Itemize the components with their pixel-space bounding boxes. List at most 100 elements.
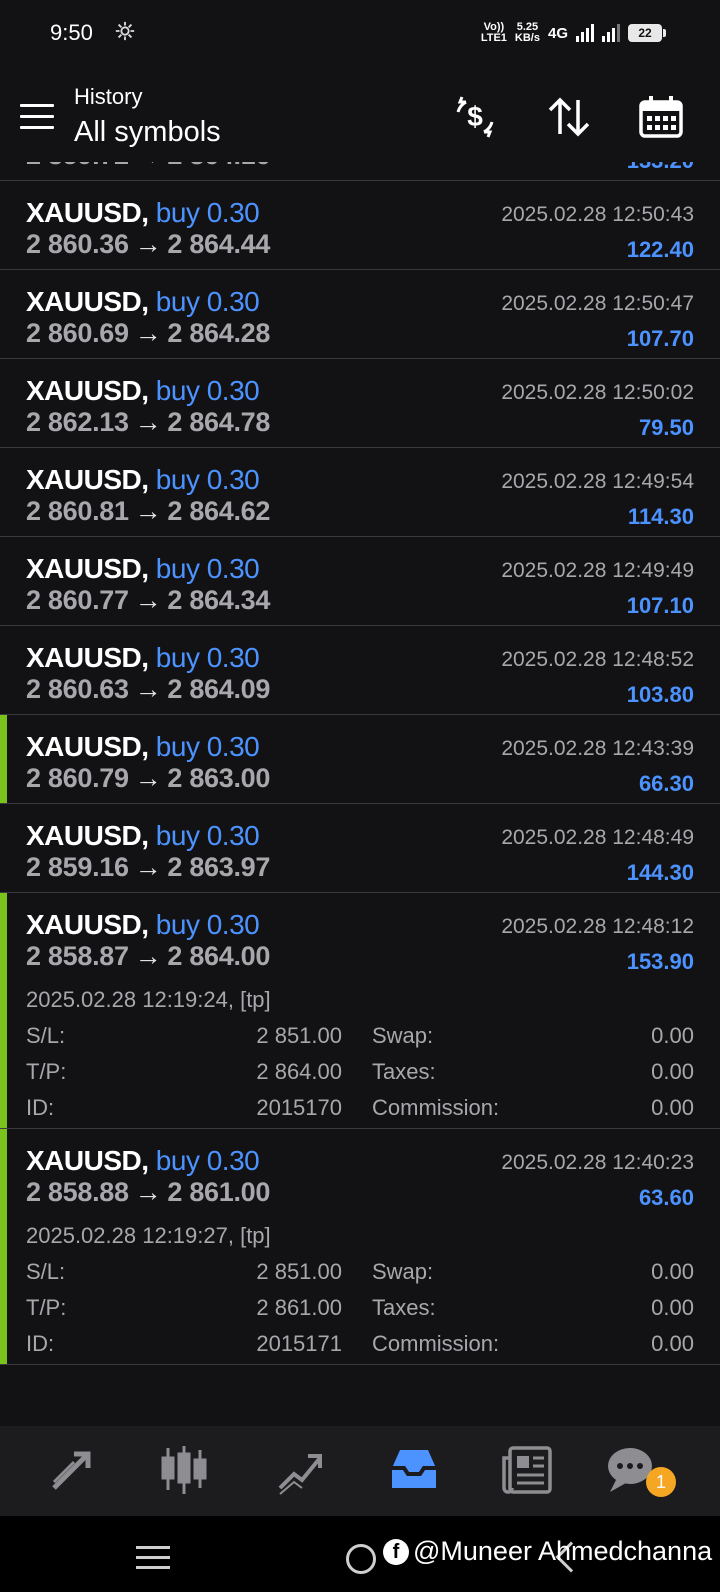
- trade-side: buy 0.30: [155, 642, 260, 673]
- close-price: 2 864.28: [167, 318, 271, 348]
- arrow-right-icon: →: [134, 1177, 162, 1207]
- trade-profit: 107.70: [626, 326, 694, 351]
- close-price: 2 864.09: [167, 674, 271, 704]
- taxes-label: Taxes:: [372, 1295, 436, 1320]
- swap-value: 0.00: [651, 1023, 694, 1048]
- trade-row[interactable]: XAUUSD, buy 0.30 2 860.36 → 2 864.44 2025.02…: [0, 181, 720, 270]
- close-price: 2 861.00: [167, 1177, 271, 1207]
- swap-label: Swap:: [372, 1259, 434, 1284]
- trade-profit: 122.40: [626, 237, 694, 262]
- trade-profit: 107.10: [626, 593, 694, 618]
- trade-side: buy 0.30: [155, 909, 260, 940]
- svg-text:$: $: [467, 101, 483, 132]
- quotes-icon[interactable]: [44, 1442, 100, 1498]
- close-price: 2 864.34: [167, 585, 271, 615]
- page-title: History: [74, 84, 143, 109]
- trade-symbol: XAUUSD, buy 0.30: [26, 553, 260, 584]
- bottom-navigation: [0, 1426, 720, 1516]
- swap-label: Swap:: [372, 1023, 434, 1048]
- commission-label: Commission:: [372, 1331, 500, 1356]
- sort-icon[interactable]: [546, 94, 592, 140]
- taxes-label: Taxes:: [372, 1059, 436, 1084]
- trade-prices: 2 860.63 → 2 864.09: [26, 674, 270, 705]
- taxes-value: 0.00: [651, 1059, 694, 1084]
- trade-history-list[interactable]: XAUUSD, buy 0.302 859.72→2 864.162025.02…: [0, 138, 720, 1426]
- trade-prices: 2 858.88 → 2 861.00: [26, 1177, 270, 1208]
- trade-symbol: XAUUSD, buy 0.30: [26, 820, 260, 851]
- id-value: 2015171: [256, 1331, 342, 1356]
- trade-row[interactable]: XAUUSD, buy 0.30 2 862.13 → 2 864.78 2025.02…: [0, 359, 720, 448]
- trade-prices: 2 860.79 → 2 863.00: [26, 763, 270, 794]
- open-price: 2 860.69: [26, 318, 129, 348]
- close-time: 2025.02.28 12:50:47: [501, 292, 694, 315]
- trade-prices: 2 860.81 → 2 864.62: [26, 496, 270, 527]
- symbol-filter[interactable]: All symbols: [74, 116, 221, 149]
- tp-value: 2 861.00: [256, 1295, 342, 1320]
- close-price: 2 864.44: [167, 229, 271, 259]
- trade-prices: 2 860.69 → 2 864.28: [26, 318, 270, 349]
- trade-profit: 144.30: [626, 860, 694, 885]
- trade-profit: 153.90: [626, 949, 694, 974]
- arrow-right-icon: →: [134, 941, 162, 971]
- open-time: 2025.02.28 12:19:27, [tp]: [26, 1223, 271, 1248]
- swap-value: 0.00: [651, 1259, 694, 1284]
- close-time: 2025.02.28 12:49:49: [501, 559, 694, 582]
- trade-row[interactable]: XAUUSD, buy 0.30 2 860.69 → 2 864.28 2025.02…: [0, 270, 720, 359]
- close-time: 2025.02.28 12:48:49: [501, 826, 694, 849]
- system-navigation-bar: f @Muneer Ahmedchanna: [0, 1516, 720, 1592]
- status-time: 9:50: [50, 20, 93, 45]
- open-price: 2 858.87: [26, 941, 129, 971]
- trade-row[interactable]: XAUUSD, buy 0.30 2 860.77 → 2 864.34 2025.02…: [0, 537, 720, 626]
- sl-label: S/L:: [26, 1259, 66, 1284]
- trade-profit: 66.30: [638, 771, 694, 796]
- close-time: 2025.02.28 12:48:52: [501, 648, 694, 671]
- app-header: History All symbols $: [0, 66, 720, 162]
- close-price: 2 863.00: [167, 763, 271, 793]
- open-price: 2 859.16: [26, 852, 129, 882]
- recent-apps-icon[interactable]: [136, 1546, 170, 1570]
- news-icon[interactable]: [500, 1442, 556, 1498]
- messages-badge: 1: [646, 1467, 676, 1497]
- watermark: f @Muneer Ahmedchanna: [383, 1536, 712, 1567]
- open-price: 2 860.81: [26, 496, 129, 526]
- network-speed: 5.25 KB/s: [514, 21, 540, 44]
- trade-side: buy 0.30: [155, 464, 260, 495]
- arrow-right-icon: →: [134, 674, 162, 704]
- status-indicators: Vo)) LTE1 5.25 KB/s 4G 22: [481, 18, 666, 48]
- trade-row[interactable]: XAUUSD, buy 0.30 2 860.79 → 2 863.00 2025.02…: [0, 715, 720, 804]
- trade-symbol: XAUUSD, buy 0.30: [26, 731, 260, 762]
- tp-label: T/P:: [26, 1059, 67, 1084]
- arrow-right-icon: →: [134, 229, 162, 259]
- trade-symbol: XAUUSD, buy 0.30: [26, 1145, 260, 1176]
- chart-icon[interactable]: [156, 1442, 212, 1498]
- sl-label: S/L:: [26, 1023, 66, 1048]
- close-price: 2 863.97: [167, 852, 271, 882]
- trade-symbol: XAUUSD, buy 0.30: [26, 375, 260, 406]
- currency-exchange-icon[interactable]: $: [452, 94, 498, 140]
- trade-side: buy 0.30: [155, 375, 260, 406]
- trade-row[interactable]: XAUUSD, buy 0.30 2 858.88 → 2 861.00 2025.02…: [0, 1129, 720, 1365]
- trade-row[interactable]: XAUUSD, buy 0.30 2 860.81 → 2 864.62 2025.02…: [0, 448, 720, 537]
- signal-strength-icon: [576, 24, 594, 42]
- arrow-right-icon: →: [134, 852, 162, 882]
- sl-value: 2 851.00: [256, 1259, 342, 1284]
- trade-side: buy 0.30: [155, 553, 260, 584]
- history-icon[interactable]: [386, 1442, 442, 1498]
- commission-label: Commission:: [372, 1095, 500, 1120]
- trade-prices: 2 859.16 → 2 863.97: [26, 852, 270, 883]
- open-price: 2 860.36: [26, 229, 129, 259]
- open-price: 2 862.13: [26, 407, 129, 437]
- trade-icon[interactable]: [272, 1442, 328, 1498]
- trade-row[interactable]: XAUUSD, buy 0.30 2 859.16 → 2 863.97 2025.02…: [0, 804, 720, 893]
- home-icon[interactable]: [346, 1544, 376, 1574]
- trade-prices: 2 862.13 → 2 864.78: [26, 407, 270, 438]
- trade-row[interactable]: XAUUSD, buy 0.30 2 860.63 → 2 864.09 2025.02…: [0, 626, 720, 715]
- menu-icon[interactable]: [20, 104, 54, 130]
- trade-prices: 2 860.77 → 2 864.34: [26, 585, 270, 616]
- calendar-icon[interactable]: [638, 94, 684, 140]
- trade-symbol: XAUUSD, buy 0.30: [26, 464, 260, 495]
- sl-value: 2 851.00: [256, 1023, 342, 1048]
- trade-prices: 2 858.87 → 2 864.00: [26, 941, 270, 972]
- arrow-right-icon: →: [134, 763, 162, 793]
- trade-row[interactable]: XAUUSD, buy 0.30 2 858.87 → 2 864.00 2025.02…: [0, 893, 720, 1129]
